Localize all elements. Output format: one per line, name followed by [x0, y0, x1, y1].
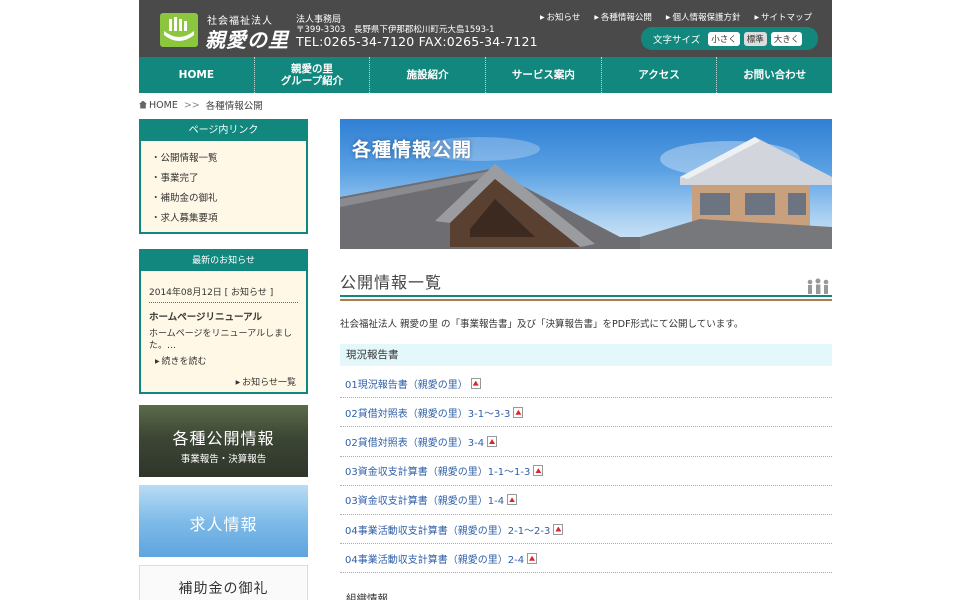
news-title: 最新のお知らせ: [141, 251, 306, 271]
home-icon: [139, 100, 147, 109]
pdf-icon[interactable]: [553, 523, 564, 535]
breadcrumb-separator: >>: [183, 99, 200, 111]
report-link-1[interactable]: 01現況報告書（親愛の里）: [345, 376, 468, 391]
font-size-normal-button[interactable]: 標準: [743, 31, 767, 46]
report-link-5[interactable]: 03資金収支計算書（親愛の里）1-4: [345, 492, 504, 507]
global-nav: HOME 親愛の里 グループ紹介 施設紹介 サービス案内 アクセス お問い合わせ: [139, 57, 832, 93]
list-item: 03資金収支計算書（親愛の里）1-1〜1-3: [340, 457, 832, 486]
recruit-banner-title: 求人情報: [189, 515, 258, 534]
news-date: 2014年08月12日 [ お知らせ ]: [149, 271, 298, 303]
disclosure-banner[interactable]: 各種公開情報 事業報告・決算報告: [139, 405, 308, 477]
font-size-large-button[interactable]: 大きく: [770, 31, 803, 46]
list-item: 04事業活動収支計算書（親愛の里）2-4: [340, 544, 832, 574]
report-link-6[interactable]: 04事業活動収支計算書（親愛の里）2-1〜2-3: [345, 522, 550, 537]
grant-banner-title: 補助金の御礼: [178, 581, 269, 597]
org-section-heading: 組織情報: [346, 593, 388, 600]
pdf-icon[interactable]: [507, 494, 518, 506]
news-read-more-link[interactable]: 続きを読む: [141, 352, 306, 367]
font-size-label: 文字サイズ: [653, 34, 701, 46]
list-item: 03資金収支計算書（親愛の里）1-4: [340, 486, 832, 515]
hero-image: 各種情報公開: [340, 119, 832, 249]
utility-links: お知らせ 各種情報公開 個人情報保護方針 サイトマップ: [540, 11, 812, 23]
report-section-heading: 現況報告書: [340, 344, 832, 366]
disclosure-banner-title: 各種公開情報: [172, 429, 275, 448]
nav-group[interactable]: 親愛の里 グループ紹介: [253, 57, 370, 93]
font-size-switcher: 文字サイズ 小さく 標準 大きく: [641, 27, 818, 50]
top-link-sitemap[interactable]: サイトマップ: [754, 11, 812, 23]
pdf-icon[interactable]: [533, 465, 544, 477]
breadcrumb-home-label: HOME: [149, 99, 178, 111]
report-list: 01現況報告書（親愛の里） 02貸借対照表（親愛の里）3-1〜3-3 02貸借対…: [340, 369, 832, 574]
intro-text: 社会福祉法人 親愛の里 の「事業報告書」及び「決算報告書」をPDF形式にて公開し…: [340, 319, 744, 330]
grant-banner[interactable]: 補助金の御礼: [139, 565, 308, 600]
nav-access[interactable]: アクセス: [600, 57, 717, 93]
section-divider: [340, 295, 832, 301]
page-link-completed[interactable]: ・事業完了: [151, 167, 296, 187]
breadcrumb-home[interactable]: HOME: [139, 100, 178, 111]
breadcrumb: HOME >> 各種情報公開: [139, 98, 263, 112]
pdf-icon[interactable]: [527, 552, 538, 564]
pdf-icon[interactable]: [470, 377, 481, 389]
nav-home[interactable]: HOME: [139, 57, 254, 93]
breadcrumb-current: 各種情報公開: [205, 101, 263, 112]
site-header: 社会福祉法人 親愛の里 法人事務局 〒399-3303 長野県下伊那郡松川町元大…: [139, 0, 832, 57]
report-link-7[interactable]: 04事業活動収支計算書（親愛の里）2-4: [345, 551, 524, 566]
people-icon: [807, 278, 829, 294]
nav-facilities[interactable]: 施設紹介: [369, 57, 485, 93]
page-link-grant[interactable]: ・補助金の御礼: [151, 187, 296, 207]
top-link-privacy[interactable]: 個人情報保護方針: [666, 11, 740, 23]
report-link-2[interactable]: 02貸借対照表（親愛の里）3-1〜3-3: [345, 405, 510, 420]
report-link-4[interactable]: 03資金収支計算書（親愛の里）1-1〜1-3: [345, 463, 530, 478]
section-title: 公開情報一覧: [340, 273, 443, 292]
page-links-title: ページ内リンク: [141, 121, 306, 141]
pdf-icon[interactable]: [513, 406, 524, 418]
office-phone: TEL:0265-34-7120 FAX:0265-34-7121: [296, 34, 538, 49]
top-link-news[interactable]: お知らせ: [540, 11, 581, 23]
news-headline[interactable]: ホームページリニューアル: [141, 303, 306, 325]
nav-contact[interactable]: お問い合わせ: [716, 57, 832, 93]
list-item: 02貸借対照表（親愛の里）3-1〜3-3: [340, 398, 832, 428]
recruit-banner[interactable]: 求人情報: [139, 485, 308, 557]
report-link-3[interactable]: 02貸借対照表（親愛の里）3-4: [345, 434, 484, 449]
page-links-box: ページ内リンク ・公開情報一覧 ・事業完了 ・補助金の御礼 ・求人募集要項: [139, 119, 308, 234]
hero-title: 各種情報公開: [352, 139, 473, 161]
disclosure-banner-subtitle: 事業報告・決算報告: [180, 454, 267, 465]
nav-services[interactable]: サービス案内: [485, 57, 601, 93]
pdf-icon[interactable]: [487, 435, 498, 447]
list-item: 01現況報告書（親愛の里）: [340, 369, 832, 399]
list-item: 04事業活動収支計算書（親愛の里）2-1〜2-3: [340, 515, 832, 545]
logo-name[interactable]: 親愛の里: [205, 24, 289, 53]
font-size-small-button[interactable]: 小さく: [708, 31, 740, 46]
logo-icon[interactable]: [160, 13, 198, 47]
news-all-link[interactable]: お知らせ一覧: [141, 367, 306, 388]
page-link-list[interactable]: ・公開情報一覧: [151, 147, 296, 167]
news-body: ホームページをリニューアルしました。…: [149, 329, 293, 352]
top-link-disclosure[interactable]: 各種情報公開: [594, 11, 652, 23]
list-item: 02貸借対照表（親愛の里）3-4: [340, 427, 832, 457]
page-link-recruit[interactable]: ・求人募集要項: [151, 207, 296, 227]
latest-news-box: 最新のお知らせ 2014年08月12日 [ お知らせ ] ホームページリニューア…: [139, 249, 308, 394]
